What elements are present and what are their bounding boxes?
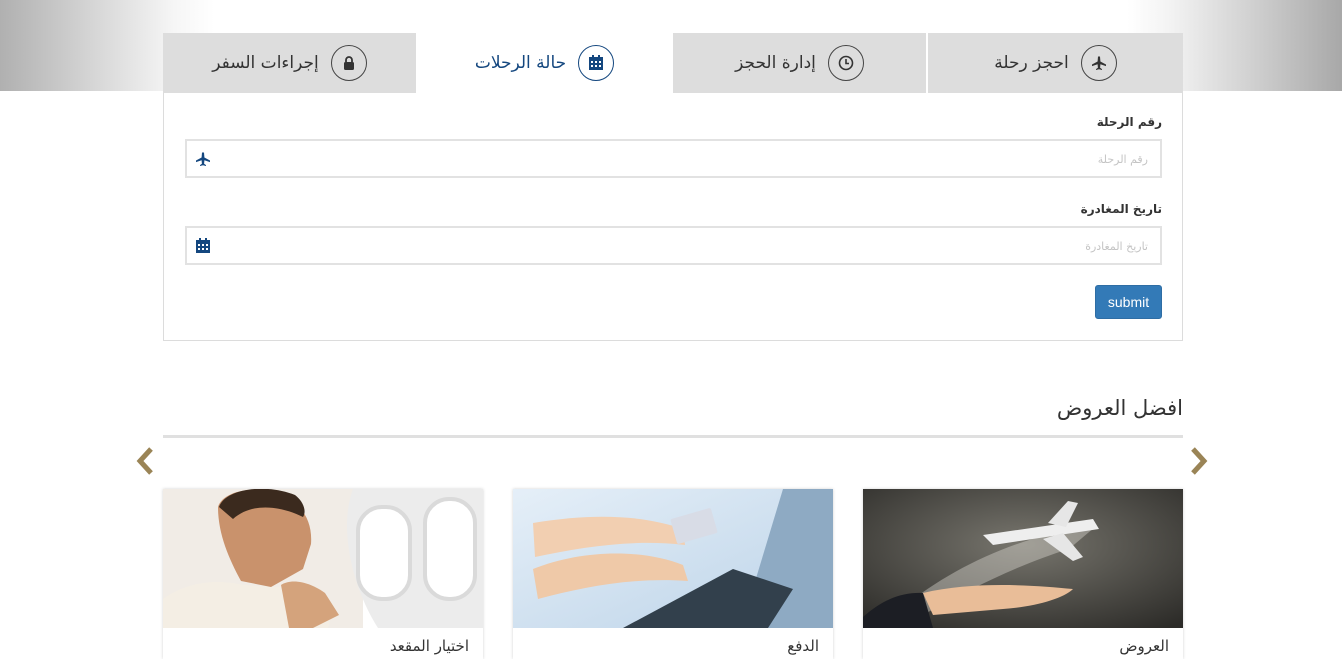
offer-card[interactable]: الدفع: [513, 489, 833, 659]
tab-manage-booking[interactable]: إدارة الحجز: [673, 33, 926, 93]
flight-number-input[interactable]: [217, 141, 1150, 178]
man-in-airplane-seat-photo: [163, 489, 483, 628]
section-divider: [163, 435, 1183, 438]
tab-label: إدارة الحجز: [735, 53, 816, 73]
tab-label: حالة الرحلات: [474, 53, 567, 73]
clock-icon: [827, 45, 864, 81]
section-title: افضل العروض: [1056, 396, 1183, 420]
offer-card[interactable]: اختيار المقعد: [163, 489, 483, 659]
calendar-icon: [195, 238, 211, 254]
lock-icon: [330, 45, 367, 81]
tab-label: إجراءات السفر: [212, 53, 319, 73]
departure-date-field: [185, 226, 1162, 265]
plane-icon: [195, 151, 211, 167]
offer-card[interactable]: العروض: [863, 489, 1183, 659]
flight-status-form: رقم الرحلة تاريخ المغادرة submit: [163, 93, 1183, 341]
plane-over-hand-photo: [863, 489, 1183, 628]
offer-caption: الدفع: [787, 637, 819, 655]
offer-caption: العروض: [1119, 637, 1169, 655]
tab-travel-procedures[interactable]: إجراءات السفر: [163, 33, 416, 93]
submit-button[interactable]: submit: [1095, 285, 1162, 319]
flight-number-label: رقم الرحلة: [1096, 115, 1162, 129]
offer-caption: اختيار المقعد: [389, 637, 469, 655]
flight-number-field: [185, 139, 1162, 178]
tab-flight-status[interactable]: حالة الرحلات: [416, 33, 673, 93]
booking-tabs: إجراءات السفر حالة الرحلات إدارة الحجز ا…: [163, 33, 1183, 93]
tab-book-flight[interactable]: احجز رحلة: [928, 33, 1183, 93]
chevron-left-icon[interactable]: [134, 446, 156, 476]
laptop-credit-card-photo: [513, 489, 833, 628]
calendar-icon: [578, 45, 615, 81]
tab-label: احجز رحلة: [994, 53, 1069, 73]
plane-icon: [1080, 45, 1117, 81]
departure-date-label: تاريخ المغادرة: [1080, 202, 1162, 216]
chevron-right-icon[interactable]: [1188, 446, 1210, 476]
departure-date-input[interactable]: [217, 228, 1150, 265]
